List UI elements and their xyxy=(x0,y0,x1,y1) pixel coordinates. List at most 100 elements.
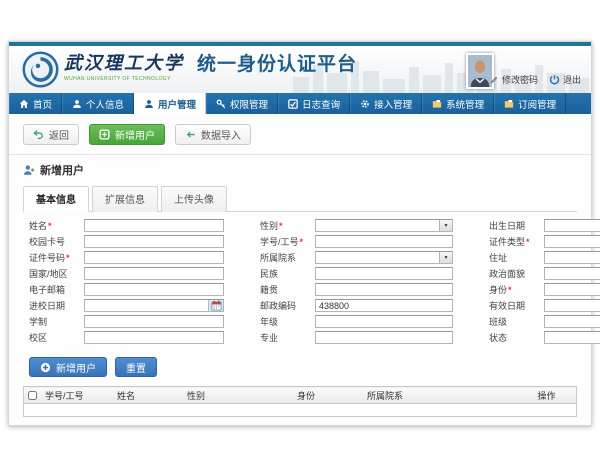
user-plus-icon xyxy=(23,164,35,176)
change-password-label: 修改密码 xyxy=(502,73,538,86)
form-field-box xyxy=(84,267,224,280)
calendar-button[interactable] xyxy=(208,300,223,311)
form-field-label: 所属院系 xyxy=(260,251,315,264)
form-field-label: 证件类型* xyxy=(489,235,544,248)
folder-icon xyxy=(432,99,442,109)
form-input-8[interactable] xyxy=(545,252,600,263)
column-header: 学号/工号 xyxy=(41,387,113,404)
back-label: 返回 xyxy=(49,127,69,142)
main-nav: 首页个人信息 用户管理 权限管理日志查询接入管理 系统管理订阅管理 xyxy=(9,93,591,114)
form-field: 进校日期 xyxy=(29,299,224,312)
nav-item-2[interactable]: 用户管理 xyxy=(134,93,206,114)
user-list-table: 学号/工号 姓名 性别 身份 所属院系 操作 xyxy=(23,386,577,417)
platform-title: 统一身份认证平台 xyxy=(197,53,357,77)
form-input-2[interactable] xyxy=(545,220,600,231)
check-square-icon xyxy=(288,99,298,109)
form-input-11[interactable] xyxy=(545,268,600,279)
form-field-box xyxy=(544,219,600,232)
back-arrow-icon xyxy=(33,129,44,140)
form-input-13[interactable] xyxy=(316,284,452,295)
form-field-box xyxy=(315,299,453,312)
form-field: 证件类型* xyxy=(489,235,600,248)
form-input-15[interactable] xyxy=(85,300,208,311)
nav-item-4[interactable]: 日志查询 xyxy=(278,93,350,114)
form-field-box xyxy=(315,331,453,344)
form-field-label: 性别* xyxy=(260,219,315,232)
key-icon xyxy=(216,99,226,109)
form-input-12[interactable] xyxy=(85,284,223,295)
nav-item-7[interactable]: 订阅管理 xyxy=(494,93,566,114)
form-input-20[interactable] xyxy=(545,316,600,327)
form-field-box xyxy=(315,267,453,280)
nav-item-label: 权限管理 xyxy=(230,97,268,111)
form-input-1[interactable] xyxy=(316,220,439,231)
form-grid: 姓名*性别*▼出生日期校园卡号学号/工号*证件类型*证件号码*所属院系▼住址国家… xyxy=(23,212,577,350)
form-input-5[interactable] xyxy=(545,236,600,247)
form-field-label: 国家/地区 xyxy=(29,267,84,280)
data-import-button[interactable]: 数据导入 xyxy=(175,124,251,145)
form-field-label: 校区 xyxy=(29,331,84,344)
form-input-3[interactable] xyxy=(85,236,223,247)
form-input-18[interactable] xyxy=(85,316,223,327)
form-field-box xyxy=(544,251,600,264)
form-input-10[interactable] xyxy=(316,268,452,279)
form-input-4[interactable] xyxy=(316,236,452,247)
form-input-9[interactable] xyxy=(85,268,223,279)
form-input-7[interactable] xyxy=(316,252,439,263)
nav-item-6[interactable]: 系统管理 xyxy=(422,93,494,114)
plus-circle-icon xyxy=(40,362,51,373)
nav-item-1[interactable]: 个人信息 xyxy=(62,93,134,114)
add-user-toolbar-button[interactable]: 新增用户 xyxy=(89,124,165,145)
form-input-6[interactable] xyxy=(85,252,223,263)
submit-add-user-button[interactable]: 新增用户 xyxy=(29,357,107,377)
form-field: 班级 xyxy=(489,315,600,328)
tab-label: 扩展信息 xyxy=(105,195,145,206)
form-input-19[interactable] xyxy=(316,316,452,327)
nav-item-0[interactable]: 首页 xyxy=(9,93,62,114)
form-field-label: 班级 xyxy=(489,315,544,328)
nav-item-5[interactable]: 接入管理 xyxy=(350,93,422,114)
column-header: 性别 xyxy=(183,387,293,404)
form-input-16[interactable] xyxy=(316,300,452,311)
select-all-checkbox[interactable] xyxy=(28,391,37,400)
nav-item-label: 用户管理 xyxy=(158,97,196,111)
form-input-22[interactable] xyxy=(316,332,452,343)
gear-icon xyxy=(360,99,370,109)
nav-item-label: 系统管理 xyxy=(446,97,484,111)
column-header: 操作 xyxy=(534,387,577,404)
form-field-label: 学号/工号* xyxy=(260,235,315,248)
section-title: 新增用户 xyxy=(40,162,84,178)
form-input-14[interactable] xyxy=(545,284,600,295)
reset-button[interactable]: 重置 xyxy=(115,357,157,377)
form-field: 校园卡号 xyxy=(29,235,224,248)
select-all-cell xyxy=(24,387,42,404)
dropdown-button[interactable]: ▼ xyxy=(439,220,452,231)
tab-2[interactable]: 上传头像 xyxy=(161,186,227,212)
form-field-label: 状态 xyxy=(489,331,544,344)
change-password-link[interactable]: 修改密码 xyxy=(489,73,538,86)
dropdown-button[interactable]: ▼ xyxy=(439,252,452,263)
form-field-box xyxy=(84,299,224,312)
form-field-box xyxy=(84,235,224,248)
logout-link[interactable]: 退出 xyxy=(549,73,581,86)
form-input-0[interactable] xyxy=(85,220,223,231)
required-marker: * xyxy=(279,221,283,231)
back-button[interactable]: 返回 xyxy=(23,124,79,145)
user-icon xyxy=(72,99,82,109)
nav-item-3[interactable]: 权限管理 xyxy=(206,93,278,114)
nav-item-label: 首页 xyxy=(33,97,52,111)
form-field-label: 住址 xyxy=(489,251,544,264)
table-header-row: 学号/工号 姓名 性别 身份 所属院系 操作 xyxy=(24,387,577,404)
tab-1[interactable]: 扩展信息 xyxy=(92,186,158,212)
submit-add-user-label: 新增用户 xyxy=(56,360,96,375)
form-input-23[interactable] xyxy=(545,332,600,343)
toolbar: 返回 新增用户 数据导入 xyxy=(23,124,577,145)
form-field-box xyxy=(544,315,600,328)
form-input-17[interactable] xyxy=(545,300,600,311)
form-input-21[interactable] xyxy=(85,332,223,343)
tab-0[interactable]: 基本信息 xyxy=(23,186,89,212)
required-marker: * xyxy=(526,237,530,247)
form-field-box xyxy=(544,299,600,312)
form-field: 状态 xyxy=(489,331,600,344)
column-header: 所属院系 xyxy=(363,387,534,404)
